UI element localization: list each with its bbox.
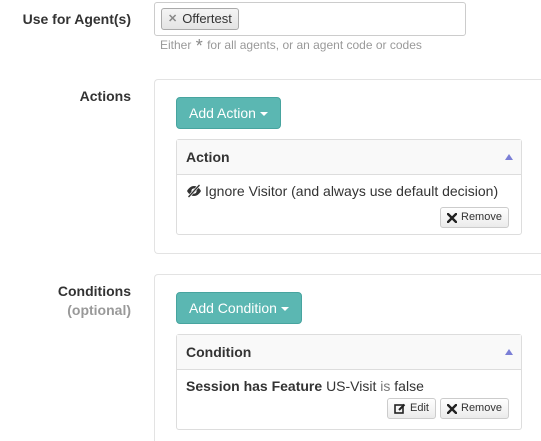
condition-feature: US-Visit: [326, 378, 377, 394]
actions-table-header: Action: [177, 140, 521, 175]
eye-slash-icon: [186, 184, 202, 198]
remove-condition-button[interactable]: Remove: [440, 398, 509, 419]
remove-action-button[interactable]: Remove: [440, 207, 509, 228]
conditions-table: Condition Session has Feature US-Visit i…: [176, 334, 522, 430]
add-condition-button[interactable]: Add Condition: [176, 292, 302, 324]
actions-label: Actions: [79, 88, 131, 104]
table-row: Ignore Visitor (and always use default d…: [177, 175, 521, 228]
sort-arrow-icon[interactable]: [505, 349, 513, 355]
conditions-table-header: Condition: [177, 335, 521, 370]
edit-condition-button[interactable]: Edit: [387, 398, 436, 419]
actions-panel: Add Action Action Ignore Visitor (and al…: [154, 79, 541, 254]
actions-table: Action Ignore Visitor (and always use de…: [176, 139, 522, 235]
table-row: Session has Feature US-Visit is false Ed…: [177, 370, 521, 419]
rule-editor-page: Use for Agent(s) ✕ Offertest Either * fo…: [0, 0, 541, 441]
action-row-text: Ignore Visitor (and always use default d…: [205, 183, 499, 199]
edit-icon: [394, 403, 406, 414]
remove-icon: [447, 403, 457, 414]
agents-label: Use for Agent(s): [22, 11, 131, 27]
token-remove-icon[interactable]: ✕: [168, 9, 177, 29]
conditions-optional-label: (optional): [67, 302, 131, 318]
caret-down-icon: [259, 112, 268, 117]
condition-type: Session has Feature: [186, 378, 323, 394]
conditions-label: Conditions (optional): [57, 283, 131, 318]
conditions-panel: Add Condition Condition Session has Feat…: [154, 274, 541, 441]
agent-token: ✕ Offertest: [161, 8, 239, 30]
sort-arrow-icon[interactable]: [505, 154, 513, 160]
remove-icon: [447, 212, 457, 223]
agent-token-label: Offertest: [182, 11, 232, 26]
condition-value: false: [394, 378, 424, 394]
agents-token-input[interactable]: ✕ Offertest: [154, 2, 466, 36]
caret-down-icon: [280, 307, 289, 312]
add-action-button[interactable]: Add Action: [176, 97, 281, 129]
agents-help-text: Either * for all agents, or an agent cod…: [160, 36, 422, 56]
condition-operator: is: [380, 378, 391, 394]
